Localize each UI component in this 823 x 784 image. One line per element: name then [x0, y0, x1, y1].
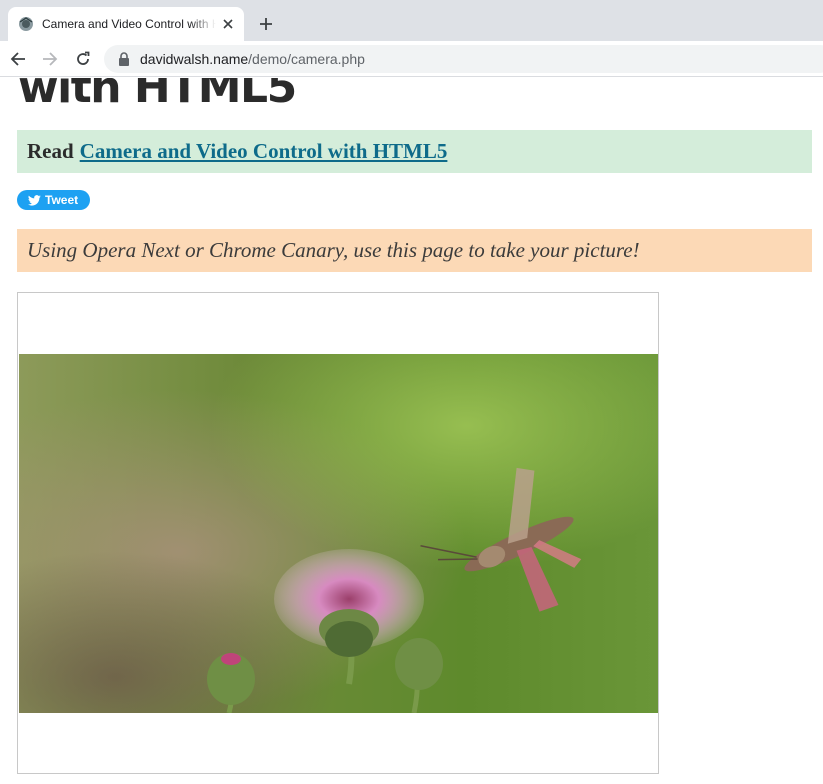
arrow-right-icon — [43, 52, 58, 66]
arrow-left-icon — [10, 52, 25, 66]
twitter-bird-icon — [28, 194, 41, 206]
notice-text: Using Opera Next or Chrome Canary, use t… — [27, 238, 640, 262]
article-link[interactable]: Camera and Video Control with HTML5 — [80, 139, 448, 164]
close-icon[interactable] — [220, 16, 236, 32]
camera-video[interactable] — [17, 292, 659, 774]
plus-icon — [260, 18, 272, 30]
page-content: with HTML5 Read Camera and Video Control… — [0, 78, 823, 784]
site-favicon-icon — [18, 16, 34, 32]
tweet-button[interactable]: Tweet — [17, 190, 90, 210]
address-bar[interactable]: davidwalsh.name/demo/camera.php — [104, 45, 823, 73]
read-article-box: Read Camera and Video Control with HTML5 — [17, 130, 812, 173]
tweet-label: Tweet — [45, 193, 79, 207]
url-text: davidwalsh.name/demo/camera.php — [140, 51, 365, 67]
page-title: with HTML5 — [18, 78, 297, 113]
browser-tab[interactable]: Camera and Video Control with HTML5 — [8, 7, 244, 41]
browser-tabstrip: Camera and Video Control with HTML5 — [0, 0, 823, 41]
video-image — [19, 354, 658, 713]
url-host: davidwalsh.name — [140, 51, 249, 67]
new-tab-button[interactable] — [256, 14, 276, 34]
lock-icon[interactable] — [118, 52, 130, 66]
back-button[interactable] — [6, 47, 30, 71]
read-prefix: Read — [27, 139, 74, 163]
reload-button[interactable] — [71, 47, 95, 71]
tab-title: Camera and Video Control with HTML5 — [42, 17, 216, 31]
url-path: /demo/camera.php — [248, 51, 365, 67]
forward-button[interactable] — [38, 47, 62, 71]
reload-icon — [77, 51, 90, 65]
browser-toolbar: davidwalsh.name/demo/camera.php — [0, 41, 823, 77]
instructions-notice: Using Opera Next or Chrome Canary, use t… — [17, 229, 812, 272]
